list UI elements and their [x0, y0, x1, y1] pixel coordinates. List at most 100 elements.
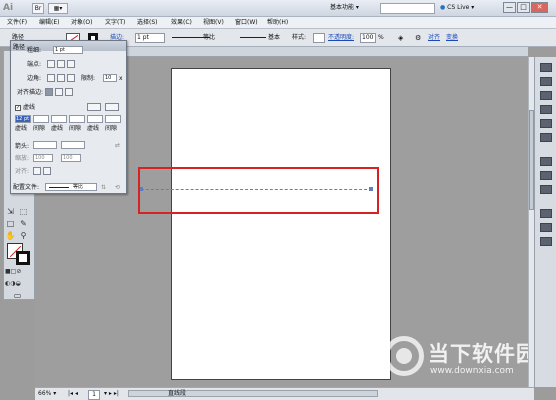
- cs-live-button[interactable]: ● CS Live ▾: [440, 3, 490, 14]
- stroke-tab-label[interactable]: 路径: [13, 44, 25, 51]
- menu-help[interactable]: 帮助(H): [266, 18, 289, 28]
- menu-type[interactable]: 文字(T): [104, 18, 126, 28]
- brush-definition[interactable]: 基本: [268, 34, 280, 42]
- next-artboard-icon[interactable]: ▾ ▸ ▸|: [104, 390, 119, 398]
- stroke-weight-field[interactable]: 1 pt: [135, 33, 165, 43]
- weight-field[interactable]: 1 pt: [53, 46, 83, 54]
- align-outside-icon[interactable]: [65, 88, 73, 96]
- vertical-scroll-thumb[interactable]: [529, 110, 534, 210]
- flip-along-icon[interactable]: ⇅: [101, 184, 106, 191]
- variable-width-profile[interactable]: 等比: [203, 34, 215, 42]
- end-scale-field[interactable]: 100: [61, 154, 81, 162]
- dash-2-field[interactable]: [51, 115, 67, 123]
- layers-icon[interactable]: [540, 223, 552, 232]
- cs-live-label: CS Live: [447, 4, 470, 11]
- screen-mode-icon[interactable]: ▭: [12, 291, 23, 301]
- color-panel-icon[interactable]: [540, 63, 552, 72]
- stroke-panel-icon[interactable]: [540, 157, 552, 166]
- scale-tool-icon[interactable]: ⇲: [5, 207, 16, 217]
- arrange-documents-icon[interactable]: ▦▾: [48, 3, 68, 14]
- zoom-tool-icon[interactable]: ⚲: [18, 231, 29, 241]
- restore-button[interactable]: □: [517, 2, 530, 13]
- reset-profile-icon[interactable]: ⟲: [115, 184, 120, 191]
- bridge-icon[interactable]: Br: [32, 3, 44, 14]
- cs-live-icon: ●: [440, 4, 446, 11]
- artboards-icon[interactable]: [540, 237, 552, 246]
- limit-unit: x: [119, 75, 123, 82]
- current-tool-status: 直线段: [168, 390, 187, 397]
- gap-2-label: 间隙: [69, 125, 82, 132]
- style-label: 样式:: [292, 34, 307, 41]
- arrow-align-label: 对齐:: [15, 168, 30, 175]
- gradient-icon[interactable]: [540, 171, 552, 180]
- dash-1-field[interactable]: 12 pt: [15, 115, 31, 123]
- graphic-styles-icon[interactable]: [540, 133, 552, 142]
- color-guide-icon[interactable]: [540, 77, 552, 86]
- projecting-cap-icon[interactable]: [67, 60, 75, 68]
- limit-field[interactable]: 10: [103, 74, 117, 82]
- first-artboard-icon[interactable]: |◂ ◂: [68, 390, 78, 398]
- color-mode-icons[interactable]: ■□⊘: [5, 267, 21, 277]
- eyedropper-tool-icon[interactable]: ✎: [18, 219, 29, 229]
- gap-3-field[interactable]: [105, 115, 121, 123]
- limit-label: 限制:: [81, 75, 96, 82]
- horizontal-scroll-thumb[interactable]: [128, 390, 378, 397]
- zoom-select[interactable]: 66% ▾: [38, 390, 56, 398]
- artboard-number-field[interactable]: 1: [88, 390, 100, 400]
- rectangle-tool-icon[interactable]: □: [5, 219, 16, 229]
- drawing-mode-icons[interactable]: ◐◑◒: [5, 279, 21, 289]
- round-join-icon[interactable]: [57, 74, 65, 82]
- bevel-join-icon[interactable]: [67, 74, 75, 82]
- graphic-style-swatch[interactable]: [313, 33, 325, 43]
- menu-window[interactable]: 窗口(W): [234, 18, 259, 28]
- menu-view[interactable]: 视图(V): [202, 18, 225, 28]
- free-transform-tool-icon[interactable]: ⬚: [18, 207, 29, 217]
- preserve-dash-icon[interactable]: [87, 103, 101, 111]
- minimize-button[interactable]: —: [503, 2, 516, 13]
- vertical-scrollbar[interactable]: [528, 57, 534, 387]
- gap-2-field[interactable]: [69, 115, 85, 123]
- opacity-field[interactable]: 100: [360, 33, 376, 43]
- swap-arrowheads-icon[interactable]: ⇄: [115, 142, 120, 149]
- align-dash-corners-icon[interactable]: [105, 103, 119, 111]
- menu-edit[interactable]: 编辑(E): [38, 18, 60, 28]
- symbols-icon[interactable]: [540, 119, 552, 128]
- menu-effect[interactable]: 效果(C): [170, 18, 193, 28]
- artboard[interactable]: [171, 68, 391, 380]
- right-panel-dock: [534, 57, 556, 387]
- opacity-link[interactable]: 不透明度:: [328, 34, 354, 42]
- miter-join-icon[interactable]: [47, 74, 55, 82]
- watermark-url: www.downxia.com: [430, 366, 514, 376]
- transform-link[interactable]: 变换: [446, 34, 458, 42]
- highlight-box: [138, 167, 379, 214]
- hand-tool-icon[interactable]: ✋: [5, 231, 16, 241]
- start-arrowhead-select[interactable]: [33, 141, 57, 149]
- start-scale-field[interactable]: 100: [33, 154, 53, 162]
- transparency-icon[interactable]: [540, 185, 552, 194]
- butt-cap-icon[interactable]: [47, 60, 55, 68]
- recolor-artwork-icon[interactable]: ◈: [398, 34, 403, 42]
- close-button[interactable]: ✕: [531, 2, 548, 13]
- stroke-color-swatch[interactable]: [16, 251, 30, 265]
- menu-select[interactable]: 选择(S): [136, 18, 159, 28]
- brushes-icon[interactable]: [540, 105, 552, 114]
- arrow-tip-at-end-icon[interactable]: [43, 167, 51, 175]
- workspace-switcher[interactable]: 基本功能 ▾: [330, 3, 374, 14]
- swatches-icon[interactable]: [540, 91, 552, 100]
- menu-file[interactable]: 文件(F): [6, 18, 28, 28]
- align-link[interactable]: 对齐: [428, 34, 440, 42]
- help-search-input[interactable]: [380, 3, 435, 14]
- dash-3-field[interactable]: [87, 115, 103, 123]
- gap-1-field[interactable]: [33, 115, 49, 123]
- end-arrowhead-select[interactable]: [61, 141, 85, 149]
- dash-3-label: 虚线: [87, 125, 100, 132]
- appearance-icon[interactable]: [540, 209, 552, 218]
- profile-select[interactable]: 等比: [45, 183, 97, 191]
- round-cap-icon[interactable]: [57, 60, 65, 68]
- dashed-checkbox[interactable]: ✓: [15, 105, 21, 111]
- select-similar-icon[interactable]: ⚙: [415, 34, 421, 42]
- align-inside-icon[interactable]: [55, 88, 63, 96]
- menu-object[interactable]: 对象(O): [70, 18, 93, 28]
- align-center-icon[interactable]: [45, 88, 53, 96]
- arrow-tip-beyond-icon[interactable]: [33, 167, 41, 175]
